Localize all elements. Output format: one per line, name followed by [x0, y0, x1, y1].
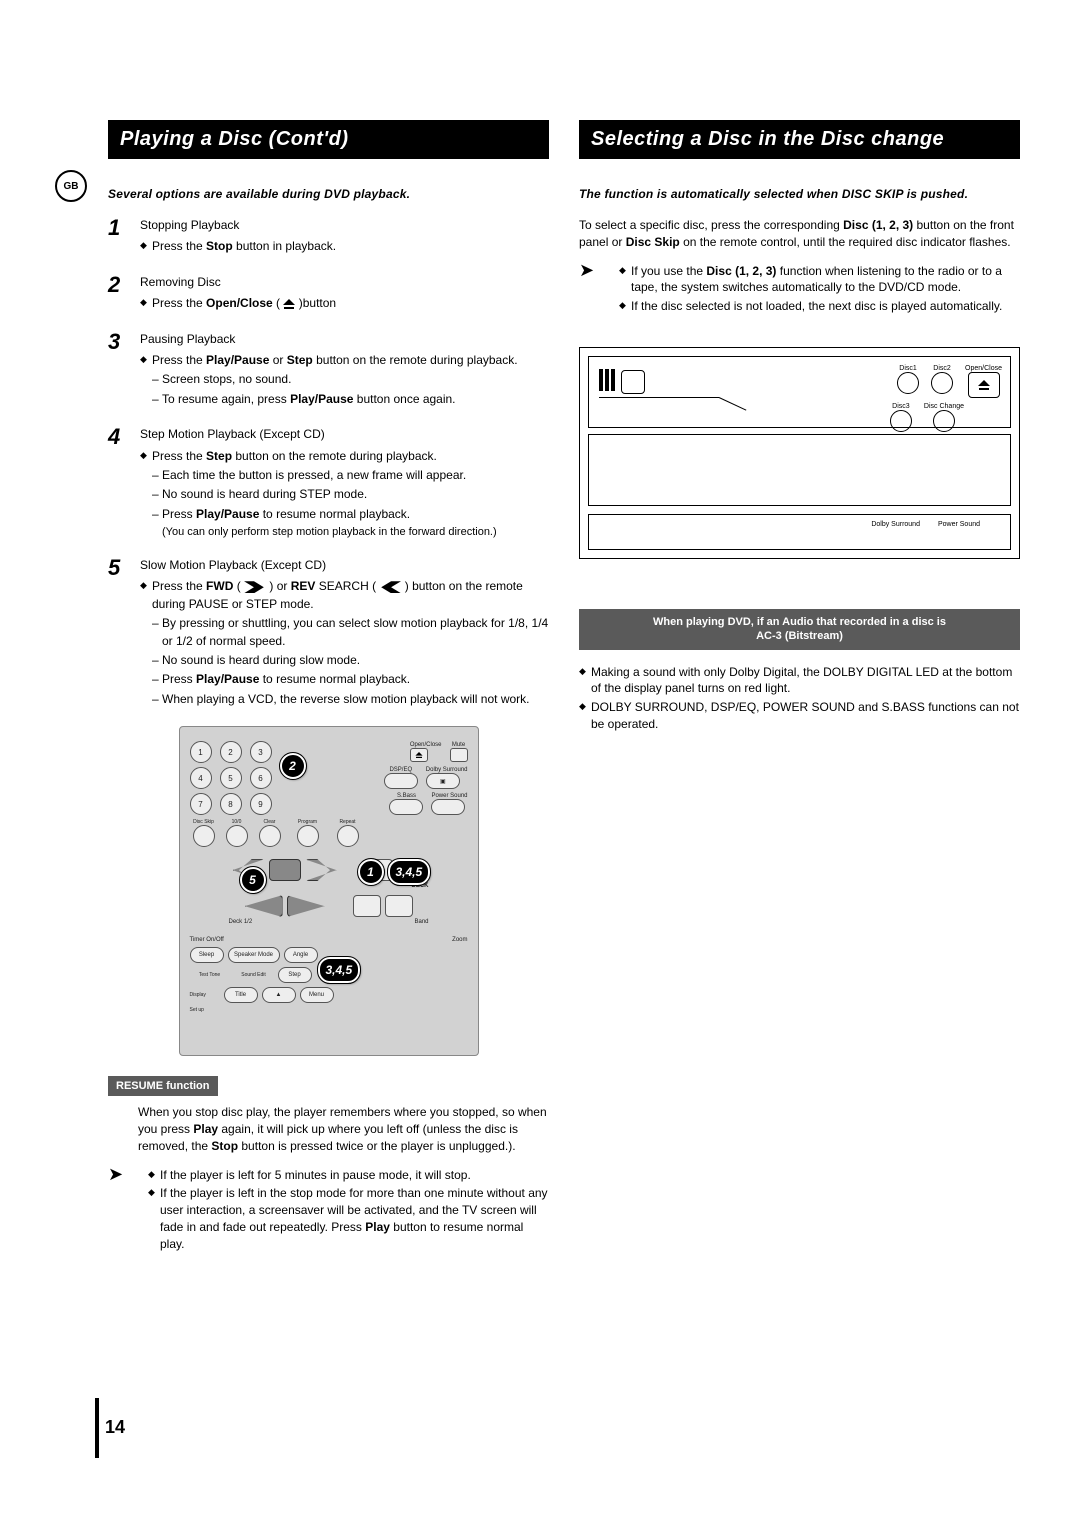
step-dash: By pressing or shuttling, you can select…: [140, 615, 549, 650]
tip: If you use the Disc (1, 2, 3) function w…: [619, 263, 1020, 297]
step-title: Slow Motion Playback (Except CD): [140, 557, 549, 574]
tip: If the player is left for 5 minutes in p…: [148, 1167, 549, 1184]
ffwd-icon: [244, 581, 266, 593]
step-num: 1: [108, 217, 128, 258]
pointer-icon: ➤: [579, 261, 609, 279]
step-dash: Press Play/Pause to resume normal playba…: [140, 671, 549, 688]
step-num: 2: [108, 274, 128, 315]
left-intro: Several options are available during DVD…: [108, 187, 549, 201]
right-intro: The function is automatically selected w…: [579, 187, 1020, 201]
callout-1: 1: [358, 859, 384, 885]
ac3-bullet: Making a sound with only Dolby Digital, …: [579, 664, 1020, 698]
tip: If the disc selected is not loaded, the …: [619, 298, 1020, 315]
remote-diagram: 123 Open/Close Mute 456 DSP/EQ Dolby Sur…: [179, 726, 479, 1056]
ac3-bullet: DOLBY SURROUND, DSP/EQ, POWER SOUND and …: [579, 699, 1020, 733]
pointer-icon: ➤: [108, 1165, 138, 1183]
step-num: 4: [108, 426, 128, 541]
step-title: Pausing Playback: [140, 331, 549, 348]
step-dash: Press Play/Pause to resume normal playba…: [140, 506, 549, 523]
step-title: Step Motion Playback (Except CD): [140, 426, 549, 443]
eject-icon: [283, 299, 295, 309]
callout-5: 5: [240, 867, 266, 893]
tip: If the player is left in the stop mode f…: [148, 1185, 549, 1252]
step-dash: To resume again, press Play/Pause button…: [140, 391, 549, 408]
ac3-note: When playing DVD, if an Audio that recor…: [579, 609, 1020, 650]
step-bullet: Press the Stop button in playback.: [140, 238, 549, 255]
callout-345: 3,4,5: [388, 859, 431, 885]
step-title: Removing Disc: [140, 274, 549, 291]
callout-2: 2: [280, 753, 306, 779]
step-bullet: Press the Play/Pause or Step button on t…: [140, 352, 549, 369]
step-dash: No sound is heard during slow mode.: [140, 652, 549, 669]
rev-icon: [379, 581, 401, 593]
right-title: Selecting a Disc in the Disc change: [579, 120, 1020, 159]
right-para: To select a specific disc, press the cor…: [579, 217, 1020, 251]
step-bullet: Press the FWD ( ) or REV SEARCH ( ) butt…: [140, 578, 549, 613]
step-dash: No sound is heard during STEP mode.: [140, 486, 549, 503]
callout-345b: 3,4,5: [318, 957, 361, 983]
step-title: Stopping Playback: [140, 217, 549, 234]
side-bar: [95, 1398, 99, 1458]
resume-text: When you stop disc play, the player reme…: [108, 1104, 549, 1154]
step-dash: When playing a VCD, the reverse slow mot…: [140, 691, 549, 708]
step-bullet: Press the Step button on the remote duri…: [140, 448, 549, 465]
left-title: Playing a Disc (Cont'd): [108, 120, 549, 159]
front-panel-diagram: Disc1 Disc2 Open/Close Disc3 Disc Change…: [579, 347, 1020, 559]
step-num: 3: [108, 331, 128, 411]
step-bullet: Press the Open/Close ( )button: [140, 295, 549, 312]
gb-badge: GB: [55, 170, 87, 202]
step-num: 5: [108, 557, 128, 710]
step-dash: Each time the button is pressed, a new f…: [140, 467, 549, 484]
step-dash: Screen stops, no sound.: [140, 371, 549, 388]
page-number: 14: [105, 1417, 125, 1438]
resume-label: RESUME function: [108, 1076, 218, 1096]
step-note: (You can only perform step motion playba…: [140, 525, 549, 541]
